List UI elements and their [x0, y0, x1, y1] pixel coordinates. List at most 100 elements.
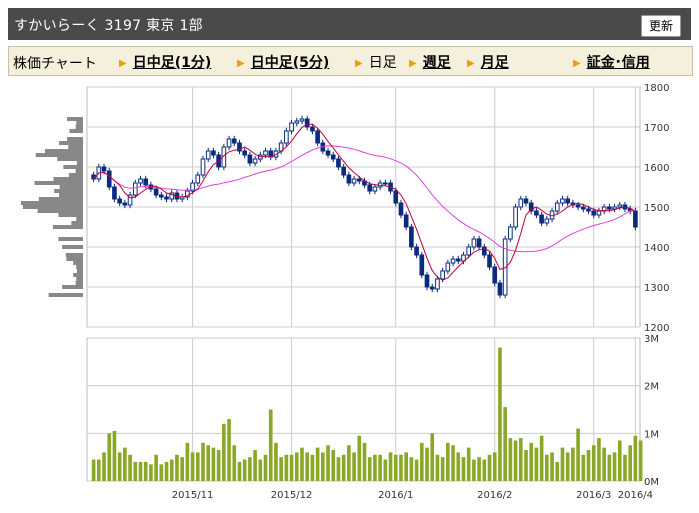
- price-tick-label: 1600: [644, 163, 669, 174]
- candle-body: [356, 178, 362, 182]
- volume-bar: [107, 433, 112, 481]
- volume-bar: [560, 447, 565, 481]
- candle-body: [205, 150, 211, 160]
- candle-body: [211, 150, 216, 156]
- volume-bar: [539, 435, 544, 481]
- candle-body: [200, 158, 206, 176]
- volume-tick-label: 0M: [644, 477, 659, 488]
- candle-body: [435, 278, 440, 290]
- candle-body: [284, 130, 289, 144]
- volume-bar: [154, 454, 158, 481]
- volume-profile-bar: [67, 137, 83, 141]
- candle-body: [143, 178, 149, 186]
- volume-bar: [248, 457, 252, 481]
- volume-bar: [435, 454, 440, 481]
- volume-profile-bar: [34, 181, 83, 185]
- price-tick-label: 1800: [644, 83, 669, 94]
- volume-bar: [352, 452, 356, 481]
- volume-profile-bar: [57, 157, 83, 161]
- candle-body: [159, 194, 164, 198]
- candle-body: [403, 214, 409, 228]
- candle-body: [633, 210, 638, 228]
- volume-bar: [143, 461, 148, 481]
- volume-bar: [253, 450, 257, 481]
- volume-profile-bar: [22, 205, 83, 209]
- volume-bar: [206, 445, 211, 481]
- volume-bar: [399, 454, 403, 481]
- volume-bar: [341, 454, 346, 481]
- volume-bar: [102, 452, 106, 481]
- candle-body: [596, 210, 602, 216]
- volume-profile-bar: [59, 141, 83, 145]
- volume-bar: [159, 464, 164, 481]
- volume-bar: [347, 445, 351, 481]
- volume-profile-bar: [52, 225, 83, 229]
- candle-body: [101, 166, 107, 172]
- candle-body: [242, 150, 248, 156]
- volume-bar: [237, 461, 242, 481]
- volume-bar: [576, 428, 580, 481]
- volume-bar: [279, 457, 283, 481]
- volume-profile-bar: [59, 185, 83, 189]
- x-tick-label: 2016/3: [576, 490, 611, 501]
- volume-bar: [326, 445, 330, 481]
- candle-body: [450, 258, 456, 264]
- volume-profile-bar: [76, 265, 83, 269]
- volume-bar: [336, 457, 341, 481]
- candle-body: [231, 138, 237, 144]
- candle-body: [393, 190, 399, 204]
- volume-profile-bar: [76, 217, 83, 221]
- volume-bar: [628, 445, 633, 481]
- volume-bar: [331, 450, 336, 481]
- volume-bar: [451, 445, 455, 481]
- volume-bar: [367, 457, 372, 481]
- volume-bar: [503, 407, 507, 481]
- candle-body: [299, 118, 305, 122]
- volume-bar: [357, 435, 362, 481]
- volume-profile-bar: [76, 161, 83, 165]
- candle-body: [310, 126, 315, 132]
- price-tick-label: 1300: [644, 283, 669, 294]
- stock-chart: 1200 1300 1400 1500 1600 1700 1800 0M 1M 2M 3M 2015…: [21, 83, 669, 501]
- candle-body: [513, 206, 518, 228]
- volume-profile-bar: [62, 285, 83, 289]
- volume-profile-bar: [54, 189, 83, 193]
- volume-bar: [149, 464, 153, 481]
- candle-body: [252, 158, 258, 164]
- volume-profile-bar: [69, 129, 83, 133]
- volume-bar: [216, 450, 221, 481]
- candle-body: [539, 214, 544, 224]
- volume-bar: [440, 457, 445, 481]
- candle-body: [336, 158, 341, 168]
- volume-bar: [362, 442, 367, 481]
- candle-body: [466, 246, 472, 256]
- candle-body: [294, 120, 300, 124]
- volume-bar: [294, 452, 299, 481]
- candle-body: [132, 182, 138, 196]
- volume-bar: [232, 445, 237, 481]
- volume-bar: [446, 442, 450, 481]
- candle-body: [440, 270, 445, 280]
- candle-body: [419, 254, 425, 276]
- volume-bar: [586, 450, 591, 481]
- candle-body: [580, 206, 586, 210]
- volume-bar: [529, 442, 534, 481]
- volume-bar: [242, 459, 247, 481]
- candle-body: [575, 204, 581, 208]
- x-tick-label: 2016/1: [378, 490, 413, 501]
- candle-body: [122, 202, 128, 206]
- volume-bar: [133, 461, 138, 481]
- candle-body: [544, 218, 550, 224]
- volume-bar: [524, 450, 528, 481]
- volume-profile-bar: [75, 281, 83, 285]
- volume-bar: [393, 454, 398, 481]
- volume-bar: [472, 459, 476, 481]
- volume-bar: [373, 454, 377, 481]
- candle-body: [445, 262, 451, 272]
- candle-body: [367, 184, 373, 192]
- candle-body: [455, 258, 461, 262]
- x-tick-label: 2016/2: [477, 490, 512, 501]
- volume-bar: [425, 447, 429, 481]
- volume-bar: [612, 452, 617, 481]
- volume-profile-bar: [37, 209, 83, 213]
